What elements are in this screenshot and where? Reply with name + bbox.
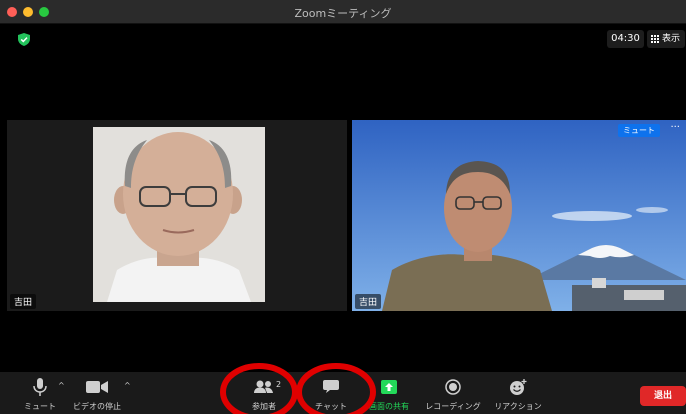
- share-screen-label: 画面の共有: [369, 402, 409, 411]
- participant-video: [352, 120, 686, 311]
- reactions-icon: [510, 379, 527, 395]
- chat-icon: [323, 380, 339, 393]
- share-screen-icon: [381, 380, 397, 394]
- more-options-button[interactable]: ···: [670, 122, 680, 133]
- mute-label: ミュート: [24, 402, 56, 411]
- shield-icon[interactable]: [18, 33, 30, 46]
- microphone-icon: [33, 378, 47, 396]
- video-label: ビデオの停止: [73, 402, 121, 411]
- video-options-caret[interactable]: ^: [124, 381, 131, 390]
- video-tile-2[interactable]: ミュート ··· 吉田: [352, 120, 686, 311]
- reactions-button[interactable]: リアクション: [492, 378, 544, 414]
- participants-count: 2: [276, 380, 282, 389]
- record-label: レコーディング: [425, 402, 481, 411]
- leave-meeting-button[interactable]: 退出: [640, 386, 686, 406]
- view-button[interactable]: 表示: [647, 30, 685, 48]
- record-button[interactable]: レコーディング: [424, 378, 482, 414]
- participant-video: [93, 127, 265, 302]
- chat-label: チャット: [315, 402, 347, 411]
- participants-label: 参加者: [252, 402, 276, 411]
- video-camera-icon: [86, 381, 108, 393]
- mute-button[interactable]: ミュート: [20, 378, 60, 414]
- participants-button[interactable]: 2 参加者: [244, 378, 284, 414]
- reactions-label: リアクション: [494, 402, 542, 411]
- share-screen-button[interactable]: 画面の共有: [366, 378, 412, 414]
- mute-badge[interactable]: ミュート: [618, 124, 660, 137]
- stop-video-button[interactable]: ビデオの停止: [62, 378, 132, 414]
- meeting-timer: 04:30: [607, 30, 644, 48]
- record-icon: [445, 379, 461, 395]
- title-bar: Zoomミーティング: [0, 0, 686, 24]
- meeting-toolbar: ミュート ^ ビデオの停止 ^ 2 参加者 チャット 画面の共有 レコーディング…: [0, 372, 686, 414]
- chat-button[interactable]: チャット: [310, 378, 352, 414]
- participants-icon: [254, 380, 273, 393]
- window-title: Zoomミーティング: [294, 7, 392, 20]
- grid-icon: [651, 35, 659, 43]
- view-label: 表示: [662, 34, 681, 44]
- participant-name: 吉田: [10, 294, 37, 309]
- video-tile-1[interactable]: 吉田: [7, 120, 347, 311]
- participant-name: 吉田: [355, 294, 382, 309]
